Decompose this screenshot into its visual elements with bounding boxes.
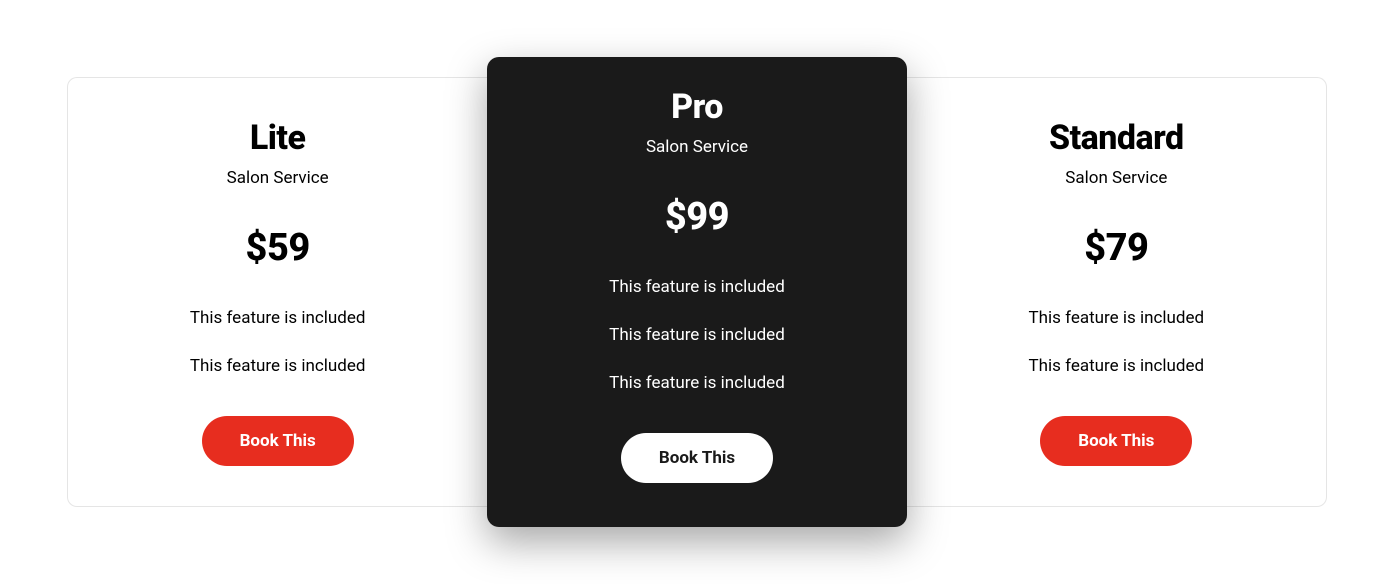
pricing-card-pro: Pro Salon Service $99 This feature is in… [487, 57, 906, 527]
feature-item: This feature is included [190, 356, 366, 376]
plan-name: Lite [250, 118, 306, 158]
book-button[interactable]: Book This [1040, 416, 1192, 466]
feature-item: This feature is included [1029, 356, 1205, 376]
plan-name: Pro [671, 87, 723, 127]
plan-subtitle: Salon Service [1065, 168, 1167, 188]
feature-list: This feature is included This feature is… [609, 277, 785, 393]
pricing-card-standard: Standard Salon Service $79 This feature … [907, 77, 1327, 507]
feature-item: This feature is included [190, 308, 366, 328]
plan-price: $99 [665, 195, 729, 239]
plan-price: $79 [1084, 226, 1148, 270]
feature-item: This feature is included [609, 277, 785, 297]
plan-subtitle: Salon Service [646, 137, 748, 157]
plan-name: Standard [1049, 118, 1184, 158]
plan-price: $59 [246, 226, 310, 270]
feature-item: This feature is included [609, 373, 785, 393]
feature-item: This feature is included [1029, 308, 1205, 328]
pricing-container: Lite Salon Service $59 This feature is i… [67, 57, 1327, 527]
feature-list: This feature is included This feature is… [190, 308, 366, 376]
feature-list: This feature is included This feature is… [1029, 308, 1205, 376]
book-button[interactable]: Book This [202, 416, 354, 466]
plan-subtitle: Salon Service [227, 168, 329, 188]
feature-item: This feature is included [609, 325, 785, 345]
pricing-card-lite: Lite Salon Service $59 This feature is i… [67, 77, 487, 507]
book-button[interactable]: Book This [621, 433, 773, 483]
